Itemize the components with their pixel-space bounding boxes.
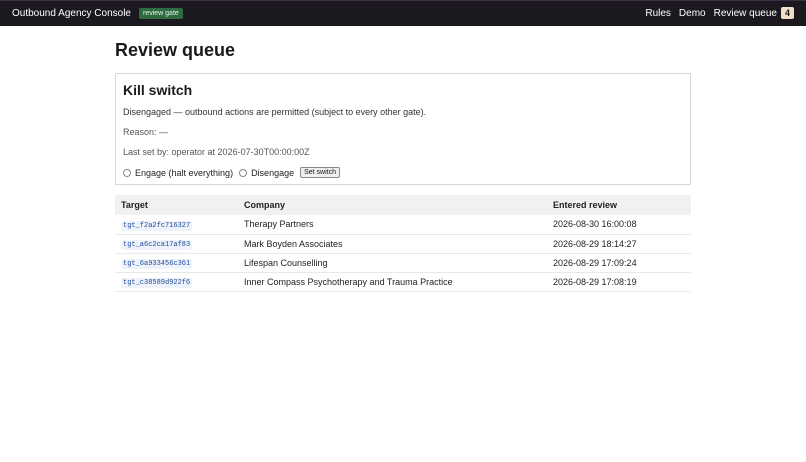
page-title: Review queue [115, 40, 236, 60]
set-switch-button[interactable]: Set switch [300, 167, 340, 178]
main-nav: Rules Demo Review queue 4 [645, 7, 794, 19]
target-cell: tgt_a6c2ca17af83 [115, 234, 238, 254]
table-header-row: Target Company Entered review [115, 195, 691, 215]
disengage-radio[interactable] [239, 168, 248, 177]
header-entered-review: Entered review [547, 195, 691, 215]
kill-switch-reason: Reason: — [123, 127, 169, 137]
nav-review-queue-link[interactable]: Review queue 4 [713, 7, 794, 19]
entered-cell: 2026-08-29 18:14:27 [547, 234, 691, 254]
kill-switch-panel: Kill switch Disengaged — outbound action… [115, 73, 691, 185]
table-row: tgt_c38589d922f6 Inner Compass Psychothe… [115, 272, 691, 292]
review-count-badge: 4 [780, 7, 794, 19]
nav-demo-link[interactable]: Demo [679, 8, 706, 19]
brand-area: Outbound Agency Console review gate [12, 8, 183, 19]
company-cell: Inner Compass Psychotherapy and Trauma P… [238, 272, 547, 292]
kill-switch-status: Disengaged — outbound actions are permit… [123, 107, 427, 117]
kill-switch-controls: Engage (halt everything) Disengage Set s… [123, 167, 683, 178]
company-cell: Mark Boyden Associates [238, 234, 547, 254]
company-cell: Lifespan Counselling [238, 253, 547, 273]
target-link[interactable]: tgt_c38589d922f6 [121, 278, 193, 288]
kill-switch-title: Kill switch [123, 82, 193, 98]
header-target: Target [115, 195, 238, 215]
disengage-label[interactable]: Disengage [251, 168, 294, 178]
review-table-head: Target Company Entered review [115, 195, 691, 215]
company-cell: Therapy Partners [238, 215, 547, 235]
engage-radio[interactable] [123, 168, 131, 177]
table-row: tgt_a6c2ca17af83 Mark Boyden Associates … [115, 234, 691, 254]
target-cell: tgt_6a933456c361 [115, 253, 238, 273]
target-cell: tgt_f2a2fc716327 [115, 215, 238, 235]
table-row: tgt_f2a2fc716327 Therapy Partners 2026-0… [115, 215, 691, 235]
review-table-body: tgt_f2a2fc716327 Therapy Partners 2026-0… [115, 215, 691, 292]
kill-switch-last-set: Last set by: operator at 2026-07-30T00:0… [123, 147, 310, 157]
review-gate-badge: review gate [138, 8, 183, 19]
target-cell: tgt_c38589d922f6 [115, 272, 238, 292]
main-content: Review queue Kill switch Disengaged — ou… [115, 40, 691, 292]
review-table: Target Company Entered review tgt_f2a2fc… [115, 195, 691, 292]
top-nav-bar: Outbound Agency Console review gate Rule… [0, 0, 806, 26]
engage-label[interactable]: Engage (halt everything) [135, 168, 233, 178]
entered-cell: 2026-08-29 17:09:24 [547, 253, 691, 273]
target-link[interactable]: tgt_f2a2fc716327 [121, 220, 193, 231]
app-brand[interactable]: Outbound Agency Console [12, 8, 131, 19]
target-link[interactable]: tgt_a6c2ca17af83 [121, 240, 193, 250]
nav-review-queue-label: Review queue [713, 8, 777, 19]
nav-rules-link[interactable]: Rules [645, 8, 671, 19]
entered-cell: 2026-08-29 17:08:19 [547, 272, 691, 292]
header-company: Company [238, 195, 547, 215]
entered-cell: 2026-08-30 16:00:08 [547, 215, 691, 235]
target-link[interactable]: tgt_6a933456c361 [121, 259, 193, 269]
table-row: tgt_6a933456c361 Lifespan Counselling 20… [115, 253, 691, 273]
